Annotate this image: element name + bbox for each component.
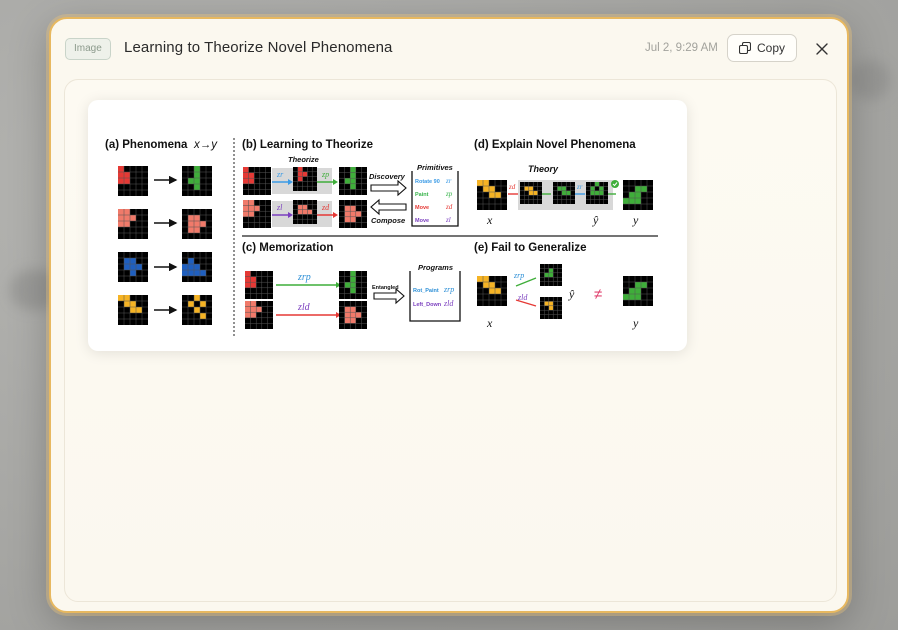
modal-title: Learning to Theorize Novel Phenomena — [124, 39, 393, 56]
discovery-arrow — [370, 179, 407, 197]
panel-c-title: (c) Memorization — [242, 242, 333, 254]
compose-arrow — [370, 198, 407, 216]
memorization-tile — [245, 301, 273, 329]
memorization-tile — [245, 271, 273, 299]
theorize-tile — [339, 167, 367, 195]
image-viewer-area: (a) Phenomena x→y (b) Learning to Theori… — [64, 79, 837, 602]
copy-button-label: Copy — [756, 41, 785, 55]
entangled-arrow — [373, 287, 405, 305]
panel-b-title: (b) Learning to Theorize — [242, 139, 373, 151]
panel-e-title: (e) Fail to Generalize — [474, 242, 586, 254]
memorization-tile — [339, 271, 367, 299]
primitive-label: Rotate 90 — [415, 179, 440, 185]
primitive-label: Paint — [415, 192, 429, 198]
close-icon — [816, 43, 828, 55]
symbol-zld: zld — [517, 293, 528, 302]
program-symbol: zrp — [443, 285, 454, 294]
phenomena-output-tile — [182, 252, 212, 282]
memorization-tile — [339, 301, 367, 329]
phenomena-input-tile — [118, 166, 148, 196]
type-badge: Image — [65, 38, 111, 60]
check-icon — [611, 180, 619, 188]
programs-box — [409, 271, 461, 322]
panel-a-title: (a) Phenomena — [105, 139, 188, 151]
symbol-x: x — [486, 213, 493, 227]
program-symbol: zld — [443, 299, 454, 308]
symbol-zp: zp — [321, 170, 329, 179]
theorize-tile — [293, 167, 317, 191]
symbol-zrp: zrp — [513, 271, 524, 280]
primitives-list: Rotate 90 zr Paint zp Move zd Move zl — [415, 177, 453, 224]
fail-branch-tile — [540, 297, 562, 319]
symbol-zd: zd — [321, 203, 330, 212]
symbol-zrp: zrp — [297, 272, 311, 283]
primitive-symbol: zp — [445, 190, 453, 198]
background-blur-shape — [850, 60, 890, 100]
theorize-tile — [293, 200, 317, 224]
entangled-label: Entangled — [372, 285, 399, 291]
theorize-tile — [339, 200, 367, 228]
copy-icon — [738, 42, 751, 54]
timestamp: Jul 2, 9:29 AM — [645, 42, 718, 54]
fail-target-tile — [623, 276, 653, 306]
program-label: Rot_Paint — [413, 288, 439, 294]
primitive-label: Move — [415, 205, 429, 211]
program-label: Left_Down — [413, 302, 442, 308]
theory-tile — [623, 180, 653, 210]
symbol-x: x — [486, 316, 493, 330]
symbol-zl: zl — [276, 203, 283, 212]
programs-title: Programs — [418, 263, 453, 272]
symbol-zld: zld — [297, 302, 311, 313]
primitive-symbol: zd — [445, 203, 453, 211]
phenomena-input-tile — [118, 209, 148, 239]
image-preview-modal: Image Learning to Theorize Novel Phenome… — [49, 17, 849, 613]
primitive-symbol: zl — [445, 216, 451, 224]
figure-image: (a) Phenomena x→y (b) Learning to Theori… — [88, 100, 687, 351]
theory-tile — [553, 182, 575, 204]
theorize-label: Theorize — [288, 155, 319, 164]
symbol-yhat: ŷ — [568, 287, 575, 301]
theory-tile — [477, 180, 507, 210]
modal-header: Image Learning to Theorize Novel Phenome… — [51, 19, 847, 79]
close-button[interactable] — [811, 38, 833, 60]
symbol-zd: zd — [508, 183, 516, 191]
copy-button[interactable]: Copy — [727, 34, 797, 62]
discovery-label: Discovery — [369, 172, 406, 181]
figure-diagram: (a) Phenomena x→y (b) Learning to Theori… — [105, 138, 658, 336]
symbol-y: y — [632, 316, 639, 330]
not-equal-sign: ≠ — [594, 286, 602, 303]
symbol-zr: zr — [276, 170, 284, 179]
primitives-title: Primitives — [417, 163, 453, 172]
phenomena-input-tile — [118, 295, 148, 325]
theorize-tile — [243, 200, 271, 228]
theory-tile — [586, 182, 608, 204]
panel-a-arrows — [154, 175, 178, 315]
primitive-symbol: zr — [445, 177, 452, 185]
compose-label: Compose — [371, 216, 405, 225]
programs-list: Rot_Paint zrp Left_Down zld — [413, 285, 454, 308]
phenomena-input-tile — [118, 252, 148, 282]
symbol-yhat: ŷ — [592, 213, 599, 227]
fail-branch-tile — [540, 264, 562, 286]
theory-tile — [520, 182, 542, 204]
theory-label: Theory — [528, 164, 559, 174]
panel-a-math: x→y — [193, 139, 218, 151]
phenomena-output-tile — [182, 295, 212, 325]
panel-d-title: (d) Explain Novel Phenomena — [474, 139, 636, 151]
symbol-zr: zr — [576, 183, 583, 191]
phenomena-output-tile — [182, 209, 212, 239]
phenomena-output-tile — [182, 166, 212, 196]
fail-input-tile — [477, 276, 507, 306]
primitive-label: Move — [415, 218, 429, 224]
symbol-y: y — [632, 213, 639, 227]
theorize-tile — [243, 167, 271, 195]
